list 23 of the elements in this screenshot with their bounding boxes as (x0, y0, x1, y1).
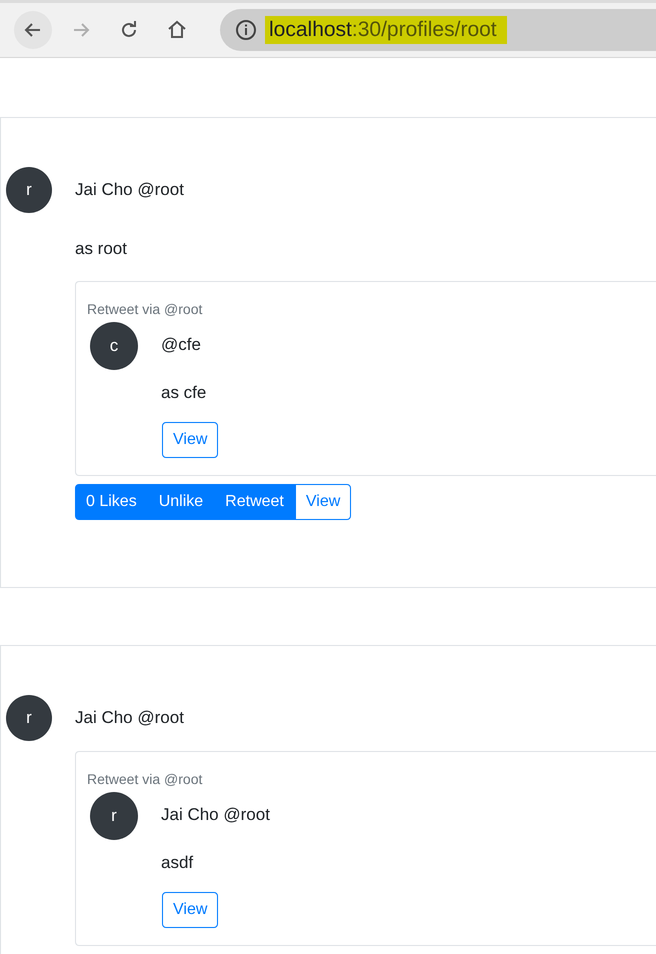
action-button[interactable]: 0 Likes (75, 484, 148, 520)
avatar: c (90, 322, 138, 370)
view-button[interactable]: View (162, 422, 218, 458)
action-button[interactable]: View (294, 484, 352, 520)
avatar: r (6, 695, 52, 741)
retweet-text: asdf (161, 852, 194, 874)
view-button[interactable]: View (162, 892, 218, 928)
retweet-text: as cfe (161, 382, 206, 404)
retweet-label: Retweet via @root (87, 770, 204, 789)
info-icon[interactable] (235, 19, 257, 41)
back-button[interactable] (14, 11, 52, 49)
post-author: Jai Cho @root (75, 179, 184, 201)
retweet-author: Jai Cho @root (161, 804, 270, 826)
post-text: as root (75, 238, 128, 260)
url-text: localhost:30/profiles/root (265, 16, 507, 44)
action-button[interactable]: Retweet (214, 484, 295, 520)
avatar: r (6, 167, 52, 213)
address-bar[interactable]: localhost:30/profiles/root (220, 9, 656, 51)
retweet-author: @cfe (161, 334, 201, 356)
avatar: r (90, 792, 138, 840)
post-author: Jai Cho @root (75, 707, 184, 729)
action-button[interactable]: Unlike (148, 484, 214, 520)
retweet-label: Retweet via @root (87, 300, 204, 319)
